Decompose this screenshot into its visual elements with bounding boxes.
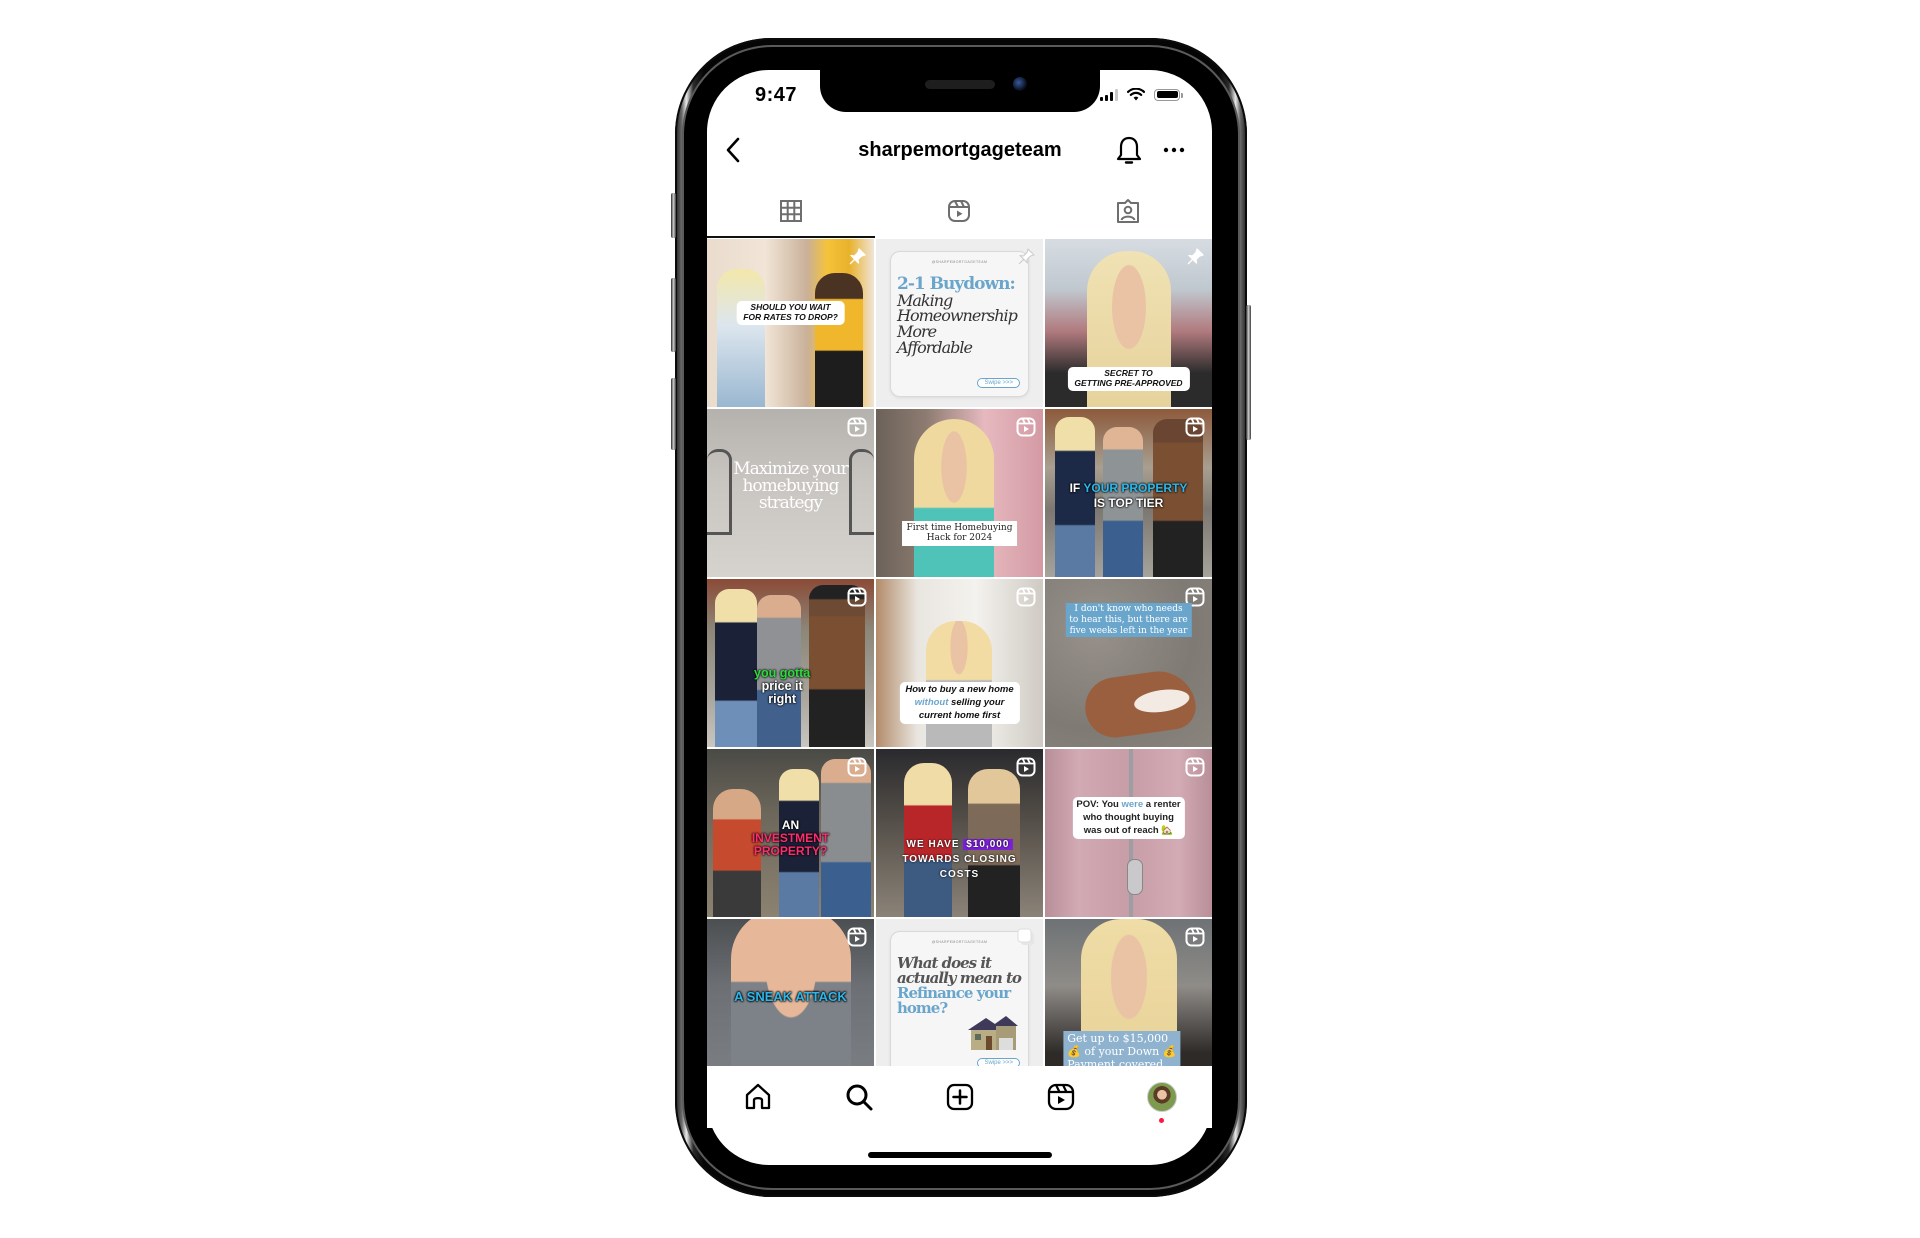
thumbnail-figure <box>914 419 994 577</box>
post-tile[interactable]: SECRET TO GETTING PRE-APPROVED <box>1045 239 1212 407</box>
post-tile[interactable]: you gotta price it right <box>707 579 874 747</box>
posts-grid: SHOULD YOU WAIT FOR RATES TO DROP? @SHARP… <box>707 239 1212 1066</box>
search-icon <box>846 1084 872 1111</box>
post-caption: SHOULD YOU WAIT FOR RATES TO DROP? <box>736 301 845 325</box>
status-time: 9:47 <box>755 84 798 106</box>
bottom-nav <box>707 1066 1212 1128</box>
notification-dot <box>1159 1118 1164 1123</box>
post-tile[interactable]: IF YOUR PROPERTY IS TOP TIER <box>1045 409 1212 577</box>
nav-reels[interactable] <box>1031 1075 1091 1119</box>
thumbnail-window <box>849 449 874 535</box>
tagged-person-icon <box>1116 199 1139 223</box>
thumbnail-window <box>707 449 732 535</box>
notch <box>820 70 1100 112</box>
post-caption: First time Homebuying Hack for 2024 <box>901 521 1018 546</box>
post-caption: How to buy a new home without selling yo… <box>899 682 1020 725</box>
post-caption: IF YOUR PROPERTY IS TOP TIER <box>1069 481 1188 510</box>
post-tile[interactable]: @SHARPEMORTGAGETEAM 2-1 Buydown: Making … <box>876 239 1043 407</box>
post-caption: you gotta price it right <box>754 666 811 707</box>
handle-watermark: @SHARPEMORTGAGETEAM <box>931 260 988 264</box>
carousel-card: @SHARPEMORTGAGETEAM What does it actuall… <box>890 931 1029 1066</box>
cellular-signal-icon <box>1100 88 1118 101</box>
reels-icon <box>1185 757 1205 777</box>
reels-icon <box>1016 757 1036 777</box>
profile-tabs <box>707 192 1212 238</box>
swipe-pill: Swipe >>> <box>977 378 1020 388</box>
post-tile[interactable]: First time Homebuying Hack for 2024 <box>876 409 1043 577</box>
carousel-card: @SHARPEMORTGAGETEAM 2-1 Buydown: Making … <box>890 251 1029 397</box>
home-icon <box>745 1083 770 1110</box>
status-icons <box>1100 88 1183 101</box>
post-tile[interactable]: @SHARPEMORTGAGETEAM What does it actuall… <box>876 919 1043 1066</box>
post-tile[interactable]: SHOULD YOU WAIT FOR RATES TO DROP? <box>707 239 874 407</box>
reels-icon <box>1016 417 1036 437</box>
post-tile[interactable]: I don't know who needs to hear this, but … <box>1045 579 1212 747</box>
house-illustration <box>968 1016 1018 1050</box>
reels-icon <box>847 587 867 607</box>
post-caption: POV: You were a renter who thought buyin… <box>1072 797 1185 840</box>
post-tile[interactable]: A SNEAK ATTACK <box>707 919 874 1066</box>
front-camera <box>1013 77 1027 91</box>
battery-icon <box>1154 88 1183 101</box>
post-caption: SECRET TO GETTING PRE-APPROVED <box>1067 367 1190 391</box>
reels-icon <box>1016 587 1036 607</box>
post-caption: Maximize your homebuying strategy <box>733 459 848 513</box>
tab-posts[interactable] <box>707 192 876 238</box>
post-tile[interactable]: AN INVESTMENT PROPERTY? <box>707 749 874 917</box>
chevron-left-icon[interactable] <box>722 136 744 164</box>
handle-watermark: @SHARPEMORTGAGETEAM <box>931 940 988 944</box>
post-caption: Get up to $15,000 💰 of your Down 💰 Payment… <box>1063 1031 1181 1066</box>
plus-square-icon <box>946 1083 973 1111</box>
profile-username: sharpemortgageteam <box>858 139 1062 161</box>
thumbnail-door-lock <box>1127 859 1143 895</box>
volume-up-button <box>671 278 676 352</box>
thumbnail-figure <box>717 269 765 407</box>
post-caption: A SNEAK ATTACK <box>734 989 847 1004</box>
nav-profile[interactable] <box>1132 1075 1192 1123</box>
post-caption: WE HAVE $10,000 TOWARDS CLOSING COSTS <box>902 839 1017 880</box>
post-headline: 2-1 Buydown: Making Homeownership More A… <box>897 274 1018 357</box>
thumbnail-dog <box>1081 666 1199 742</box>
post-tile[interactable]: POV: You were a renter who thought buyin… <box>1045 749 1212 917</box>
reels-icon <box>1185 927 1205 947</box>
reels-icon <box>948 200 971 222</box>
tab-reels[interactable] <box>875 192 1043 238</box>
mute-switch <box>671 193 676 238</box>
tab-tagged[interactable] <box>1044 192 1212 238</box>
reels-icon <box>1047 1083 1074 1111</box>
swipe-pill: Swipe >>> <box>977 1058 1020 1066</box>
earpiece-speaker <box>925 80 995 89</box>
post-headline: What does it actually mean to Refinance … <box>897 954 1022 1017</box>
bell-icon[interactable] <box>1114 135 1144 167</box>
reels-icon <box>847 757 867 777</box>
reels-icon <box>847 927 867 947</box>
post-tile[interactable]: How to buy a new home without selling yo… <box>876 579 1043 747</box>
profile-avatar <box>1146 1082 1177 1112</box>
nav-create[interactable] <box>930 1075 990 1119</box>
post-tile[interactable]: WE HAVE $10,000 TOWARDS CLOSING COSTS <box>876 749 1043 917</box>
more-horizontal-icon[interactable] <box>1160 138 1188 162</box>
reels-icon <box>847 417 867 437</box>
thumbnail-figure <box>715 589 757 747</box>
power-button <box>1246 305 1251 440</box>
post-tile[interactable]: Get up to $15,000 💰 of your Down 💰 Payment… <box>1045 919 1212 1066</box>
grid-icon <box>780 200 803 222</box>
reels-icon <box>1185 417 1205 437</box>
thumbnail-figure <box>809 585 865 747</box>
thumbnail-figure <box>815 273 863 407</box>
nav-search[interactable] <box>829 1075 889 1119</box>
pin-icon <box>1018 248 1035 265</box>
pin-icon <box>1187 248 1204 265</box>
home-indicator[interactable] <box>868 1152 1052 1158</box>
pin-icon <box>849 248 866 265</box>
post-caption: AN INVESTMENT PROPERTY? <box>751 818 830 859</box>
post-tile[interactable]: Maximize your homebuying strategy <box>707 409 874 577</box>
volume-down-button <box>671 378 676 450</box>
wifi-icon <box>1127 88 1145 101</box>
multiple-images-icon <box>1017 928 1034 945</box>
nav-home[interactable] <box>728 1075 788 1119</box>
post-caption: I don't know who needs to hear this, but … <box>1065 603 1192 638</box>
